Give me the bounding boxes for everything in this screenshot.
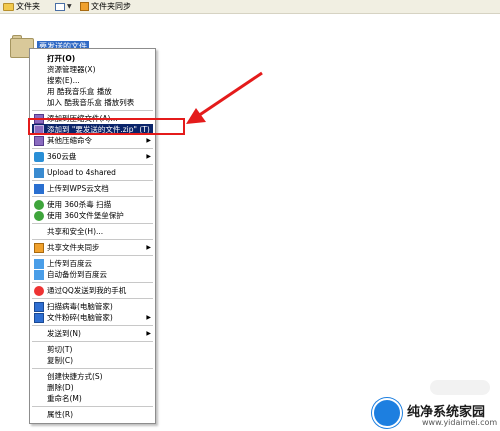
watermark-logo-icon [372, 398, 402, 428]
watermark-url: www.yidaimei.com [422, 418, 498, 427]
watermark-decoration [430, 380, 490, 395]
annotation-arrow-icon [186, 71, 263, 124]
